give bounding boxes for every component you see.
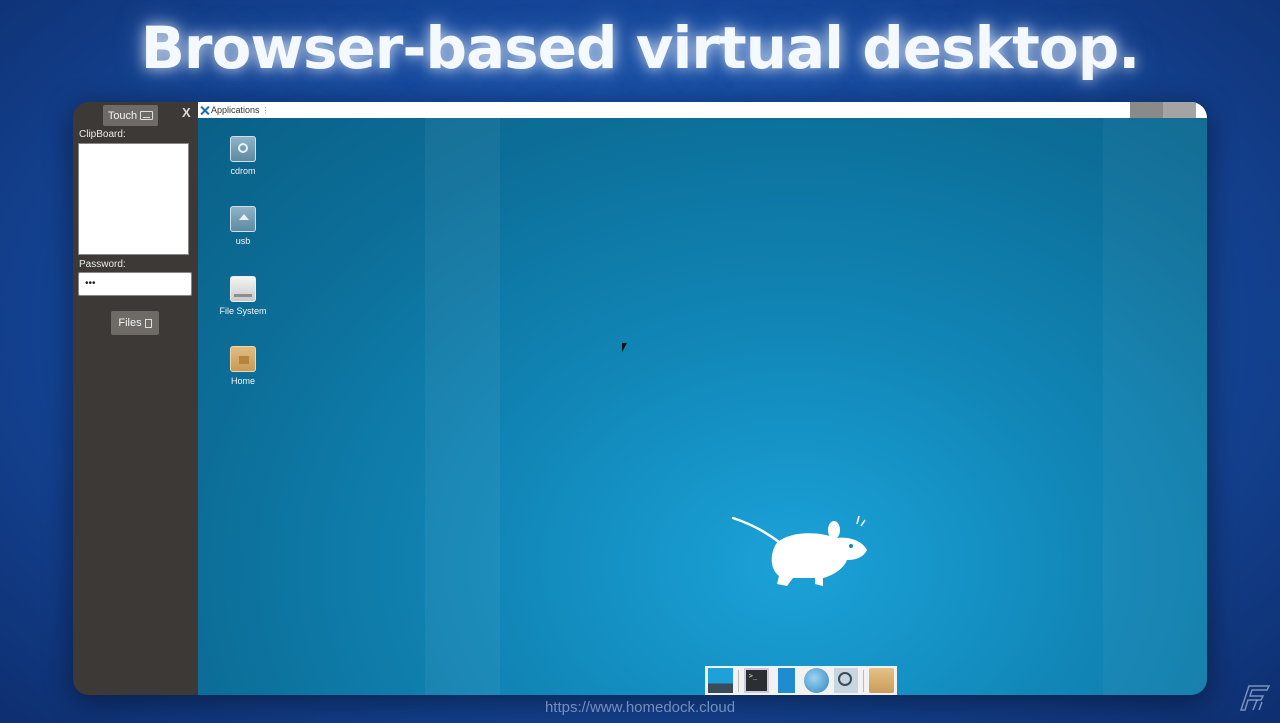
app-finder-icon[interactable] — [833, 668, 859, 693]
desktop-icon-label: Home — [230, 376, 255, 386]
usb-drive-icon — [230, 206, 256, 232]
files-button-label: Files — [118, 317, 142, 329]
homedock-logo-icon — [1239, 685, 1271, 711]
bottom-dock — [705, 666, 897, 695]
clipboard-textarea[interactable] — [78, 143, 189, 255]
home-folder-icon — [230, 346, 256, 372]
browser-desktop-frame: Touch X ClipBoard: Password: ••• Files A… — [73, 102, 1207, 695]
file-manager-icon[interactable] — [777, 668, 795, 693]
web-browser-icon[interactable] — [803, 668, 829, 693]
desktop-icon-label: File System — [219, 306, 267, 316]
filesystem-icon — [230, 276, 256, 302]
applications-menu[interactable]: Applications ⋮ — [200, 102, 270, 118]
xfce-desktop[interactable]: Applications ⋮ cdrom usb File System Hom… — [198, 102, 1207, 695]
desktop-icon-label: usb — [235, 236, 251, 246]
control-side-panel: Touch X ClipBoard: Password: ••• Files — [73, 102, 198, 695]
mouse-pointer-icon — [622, 343, 627, 352]
file-icon — [144, 318, 152, 328]
desktop-icon-home[interactable]: Home — [213, 346, 273, 386]
keyboard-icon — [140, 111, 154, 120]
files-button[interactable]: Files — [111, 311, 159, 335]
dock-separator — [737, 669, 739, 692]
applications-menu-label: Applications — [211, 105, 260, 115]
desktop-icon-cdrom[interactable]: cdrom — [213, 136, 273, 176]
wallpaper-band — [425, 118, 500, 695]
menu-separator-icon: ⋮ — [261, 105, 270, 115]
show-desktop-icon[interactable] — [708, 668, 733, 693]
folder-icon[interactable] — [869, 668, 894, 693]
desktop-icon-filesystem[interactable]: File System — [213, 276, 273, 316]
headline: Browser-based virtual desktop. — [140, 14, 1141, 82]
cdrom-icon — [230, 136, 256, 162]
desktop-icon-label: cdrom — [230, 166, 256, 176]
touch-button-label: Touch — [107, 109, 138, 122]
xfce-logo-icon — [200, 106, 209, 115]
desktop-icon-usb[interactable]: usb — [213, 206, 273, 246]
close-panel-button[interactable]: X — [182, 105, 191, 120]
panel-button[interactable] — [1163, 102, 1196, 118]
touch-button[interactable]: Touch — [103, 105, 158, 126]
footer-url: https://www.homedock.cloud — [544, 699, 736, 716]
password-field[interactable]: ••• — [78, 272, 192, 296]
top-panel: Applications ⋮ — [198, 102, 1207, 118]
wallpaper-band — [1103, 118, 1207, 695]
dock-separator — [863, 669, 865, 692]
panel-button[interactable] — [1130, 102, 1163, 118]
password-label: Password: — [79, 259, 126, 270]
terminal-icon[interactable] — [743, 668, 769, 693]
xfce-mouse-logo-icon — [731, 515, 867, 586]
clipboard-label: ClipBoard: — [79, 129, 126, 140]
